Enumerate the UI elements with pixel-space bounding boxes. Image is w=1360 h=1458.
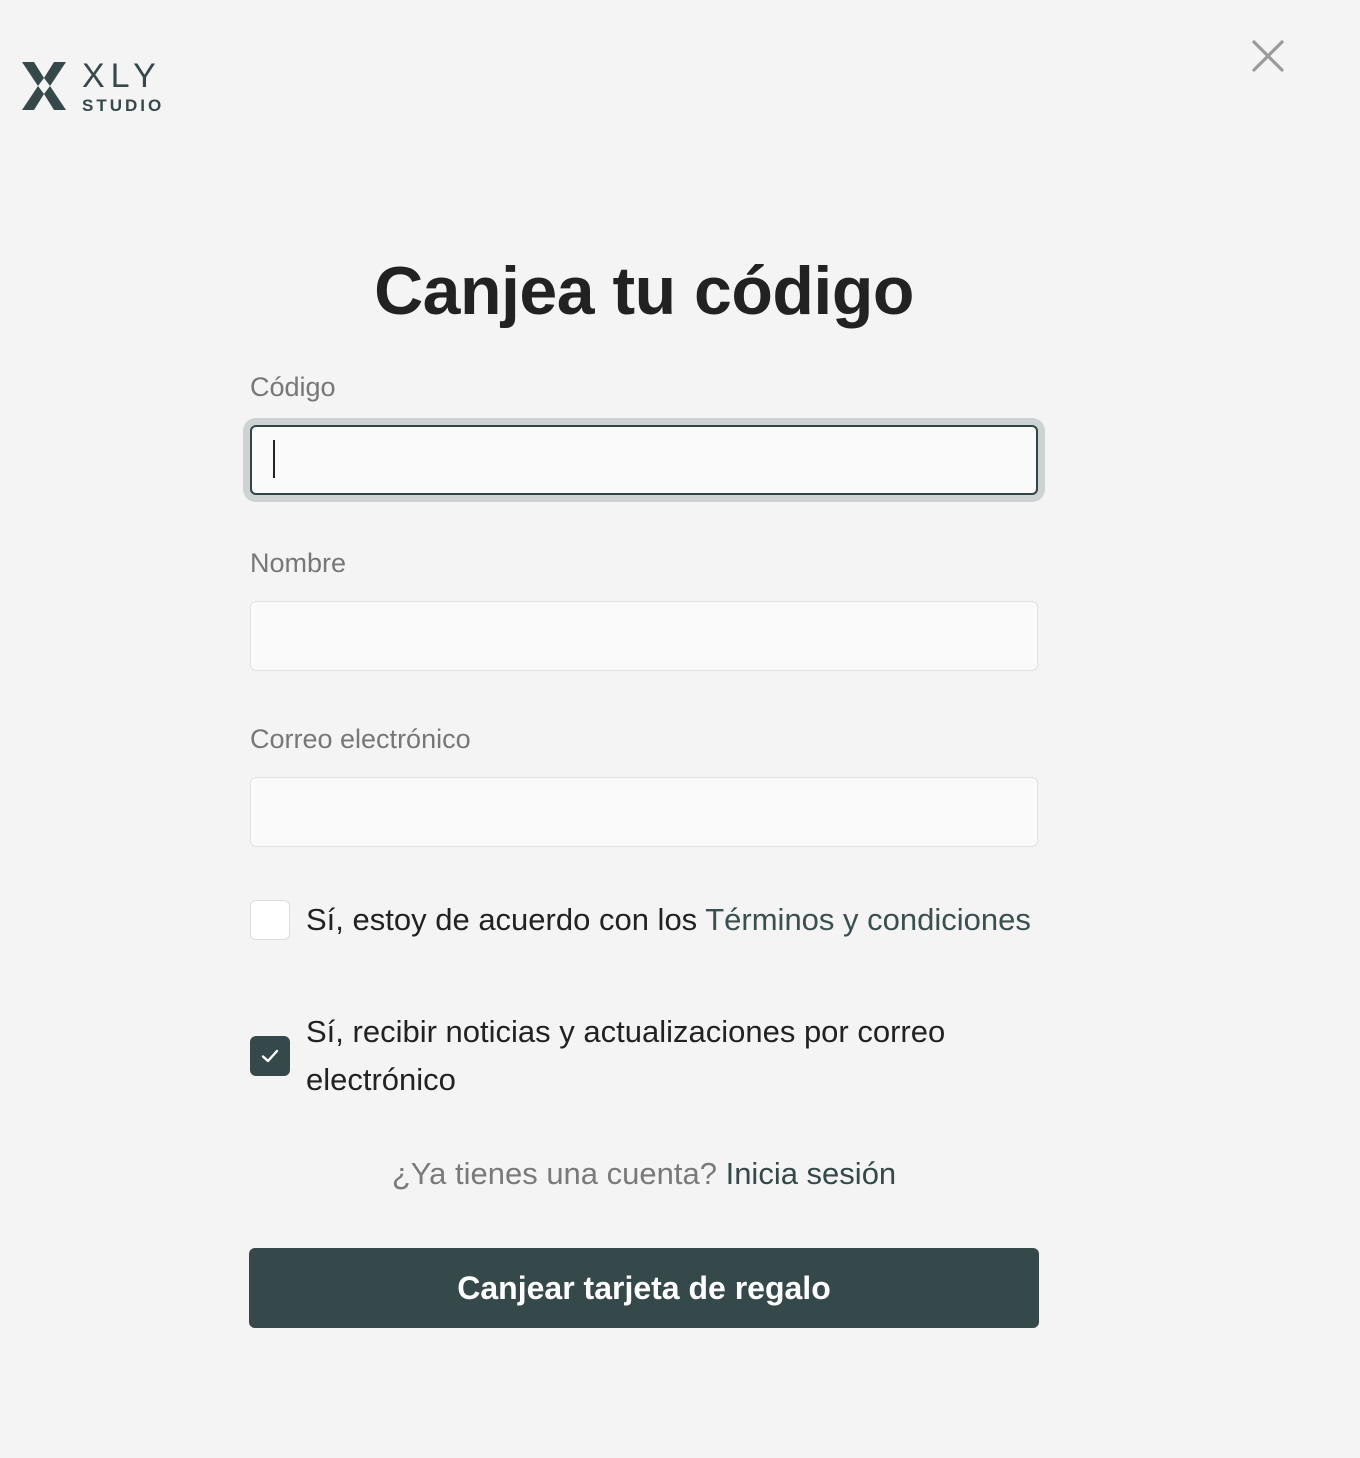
email-label: Correo electrónico	[250, 724, 471, 754]
terms-label: Sí, estoy de acuerdo con los	[306, 902, 706, 937]
code-label: Código	[250, 372, 336, 402]
page-title: Canjea tu código	[374, 253, 914, 329]
xly-logo-icon	[22, 62, 66, 110]
logo-main-text: XLY	[82, 56, 162, 95]
logo-wordmark: XLY STUDIO	[82, 59, 164, 114]
terms-row: Sí, estoy de acuerdo con los Términos y …	[250, 896, 1050, 944]
login-prompt: ¿Ya tienes una cuenta? Inicia sesión	[0, 1156, 1288, 1192]
newsletter-checkbox[interactable]	[250, 1036, 290, 1076]
close-icon	[1252, 40, 1284, 72]
logo-sub-text: STUDIO	[82, 95, 165, 115]
login-link[interactable]: Inicia sesión	[726, 1156, 897, 1191]
terms-text: Sí, estoy de acuerdo con los Términos y …	[306, 896, 1031, 944]
email-input[interactable]	[250, 777, 1038, 847]
brand-logo[interactable]: XLY STUDIO	[20, 58, 164, 114]
redeem-code-page: XLY STUDIO Canjea tu código Código Nombr…	[0, 0, 1360, 1458]
newsletter-row: Sí, recibir noticias y actualizaciones p…	[250, 1008, 1050, 1104]
redeem-gift-card-button[interactable]: Canjear tarjeta de regalo	[249, 1248, 1039, 1328]
terms-link[interactable]: Términos y condiciones	[705, 902, 1031, 937]
name-label: Nombre	[250, 548, 347, 578]
text-caret	[273, 440, 275, 478]
close-button[interactable]	[1248, 36, 1288, 76]
checkmark-icon	[261, 1049, 279, 1063]
terms-checkbox[interactable]	[250, 900, 290, 940]
login-prompt-text: ¿Ya tienes una cuenta?	[391, 1156, 726, 1191]
name-input[interactable]	[250, 601, 1038, 671]
newsletter-text: Sí, recibir noticias y actualizaciones p…	[306, 1014, 946, 1097]
code-input[interactable]	[250, 425, 1038, 495]
